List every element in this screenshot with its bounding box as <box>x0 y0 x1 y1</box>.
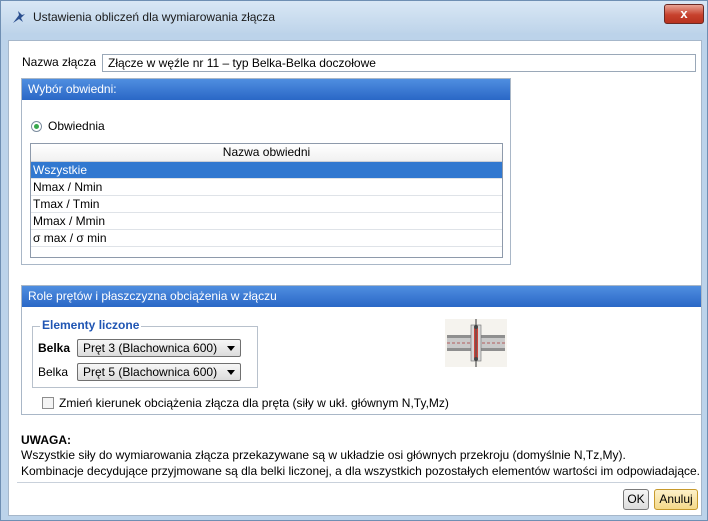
list-item[interactable]: Mmax / Mmin <box>31 213 502 230</box>
list-item[interactable]: Wszystkie <box>31 162 502 179</box>
title-bar: Ustawienia obliczeń dla wymiarowania złą… <box>1 1 707 33</box>
envelope-list: Nazwa obwiedni Wszystkie Nmax / Nmin Tma… <box>30 143 503 258</box>
list-item[interactable]: Nmax / Nmin <box>31 179 502 196</box>
envelope-group: Wybór obwiedni: Obwiednia Nazwa obwiedni… <box>21 78 511 265</box>
dialog-window: Ustawienia obliczeń dla wymiarowania złą… <box>0 0 708 521</box>
close-button[interactable]: x <box>664 4 704 24</box>
counted-elements-fieldset: Elementy liczone Belka Pręt 3 (Blachowni… <box>32 318 258 388</box>
note-line-2: Kombinacje decydujące przyjmowane są dla… <box>21 464 700 478</box>
roles-group-title: Role prętów i płaszczyzna obciążenia w z… <box>22 286 701 307</box>
change-direction-label[interactable]: Zmień kierunek obciążenia złącza dla prę… <box>59 396 449 410</box>
note-title: UWAGA: <box>21 433 71 447</box>
roles-group: Role prętów i płaszczyzna obciążenia w z… <box>21 285 702 415</box>
beam-1-select[interactable]: Pręt 3 (Blachownica 600) <box>77 339 241 357</box>
envelope-radio-icon[interactable] <box>31 121 42 132</box>
dropdown-arrow-icon <box>227 346 235 351</box>
app-icon <box>13 11 25 23</box>
counted-elements-legend: Elementy liczone <box>40 318 142 332</box>
envelope-list-header[interactable]: Nazwa obwiedni <box>31 144 502 162</box>
name-field[interactable]: Złącze w węźle nr 11 – typ Belka-Belka d… <box>102 54 696 72</box>
cancel-button[interactable]: Anuluj <box>654 489 698 510</box>
joint-preview-icon <box>445 319 507 367</box>
close-icon: x <box>680 6 688 21</box>
note-line-1: Wszystkie siły do wymiarowania złącza pr… <box>21 448 626 462</box>
dialog-content: Nazwa złącza Złącze w węźle nr 11 – typ … <box>8 40 702 516</box>
beam-2-select[interactable]: Pręt 5 (Blachownica 600) <box>77 363 241 381</box>
beam-2-label: Belka <box>38 365 69 379</box>
change-direction-checkbox-icon[interactable] <box>42 397 54 409</box>
envelope-radio-label[interactable]: Obwiednia <box>48 119 105 133</box>
ok-button[interactable]: OK <box>623 489 649 510</box>
beam-2-value: Pręt 5 (Blachownica 600) <box>83 365 218 379</box>
beam-1-value: Pręt 3 (Blachownica 600) <box>83 341 218 355</box>
list-item[interactable]: Tmax / Tmin <box>31 196 502 213</box>
name-field-label: Nazwa złącza <box>22 55 97 69</box>
separator <box>17 482 695 483</box>
list-item[interactable]: σ max / σ min <box>31 230 502 247</box>
window-title: Ustawienia obliczeń dla wymiarowania złą… <box>33 10 276 24</box>
beam-1-label: Belka <box>38 341 71 355</box>
envelope-group-title: Wybór obwiedni: <box>22 79 510 100</box>
dropdown-arrow-icon <box>227 370 235 375</box>
